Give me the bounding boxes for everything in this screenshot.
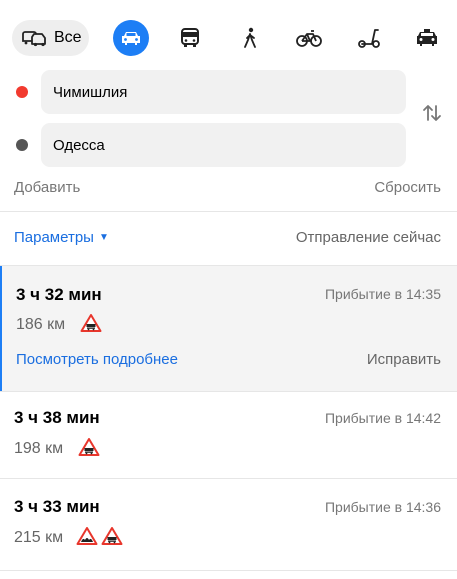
route-arrival: Прибытие в 14:36 [324, 499, 441, 515]
departure-time-button[interactable]: Отправление сейчас [296, 229, 441, 246]
route-card[interactable]: 3 ч 32 мин Прибытие в 14:35 186 км Посмо… [0, 266, 457, 391]
route-arrival: Прибытие в 14:35 [324, 286, 441, 302]
bicycle-icon [296, 28, 322, 48]
railway-crossing-icon [80, 313, 102, 338]
route-distance: 198 км [14, 440, 64, 457]
route-card[interactable]: 3 ч 38 мин Прибытие в 14:42 198 км [0, 392, 457, 478]
mode-bus-button[interactable] [176, 18, 204, 58]
route-details-link[interactable]: Посмотреть подробнее [16, 351, 178, 368]
mode-scooter-button[interactable] [354, 18, 384, 58]
parameters-dropdown[interactable]: Параметры ▼ [14, 229, 109, 246]
divider [0, 211, 457, 212]
route-point-from: Чимишлия [16, 70, 406, 114]
scooter-icon [357, 27, 381, 49]
pedestrian-icon [242, 27, 258, 49]
route-duration: 3 ч 38 мин [14, 408, 100, 427]
from-input[interactable]: Чимишлия [41, 70, 406, 114]
route-fix-button[interactable]: Исправить [367, 351, 441, 368]
route-point-to: Одесса [16, 123, 406, 167]
route-warnings [80, 313, 102, 338]
route-duration: 3 ч 33 мин [14, 497, 100, 516]
caret-down-icon: ▼ [98, 232, 109, 243]
route-card[interactable]: 3 ч 33 мин Прибытие в 14:36 215 км [0, 479, 457, 571]
mode-walk-button[interactable] [236, 18, 264, 58]
divider [0, 570, 457, 571]
parameters-label: Параметры [14, 229, 94, 246]
mode-all-label: Все [54, 29, 82, 46]
route-duration: 3 ч 32 мин [16, 285, 102, 304]
add-point-button[interactable]: Добавить [14, 179, 80, 196]
transport-mode-bar: Все [12, 18, 445, 58]
car-bus-icon [22, 28, 48, 48]
mode-car-button[interactable] [113, 20, 149, 56]
to-input[interactable]: Одесса [41, 123, 406, 167]
railway-crossing-icon [78, 437, 100, 462]
swap-arrows-icon [422, 103, 442, 128]
rough-road-icon [76, 526, 98, 551]
mode-bike-button[interactable] [294, 18, 324, 58]
route-distance: 215 км [14, 529, 64, 546]
reset-button[interactable]: Сбросить [374, 179, 441, 196]
route-warnings [76, 526, 123, 551]
railway-crossing-icon [101, 526, 123, 551]
mode-all-button[interactable]: Все [12, 20, 89, 56]
swap-points-button[interactable] [420, 103, 444, 127]
taxi-icon [415, 28, 439, 48]
bus-icon [180, 27, 200, 49]
mode-taxi-button[interactable] [414, 18, 440, 58]
from-marker-dot [16, 86, 28, 98]
route-arrival: Прибытие в 14:42 [324, 410, 441, 426]
route-warnings [78, 437, 100, 462]
car-icon [120, 30, 142, 46]
route-distance: 186 км [16, 316, 66, 333]
to-marker-dot [16, 139, 28, 151]
